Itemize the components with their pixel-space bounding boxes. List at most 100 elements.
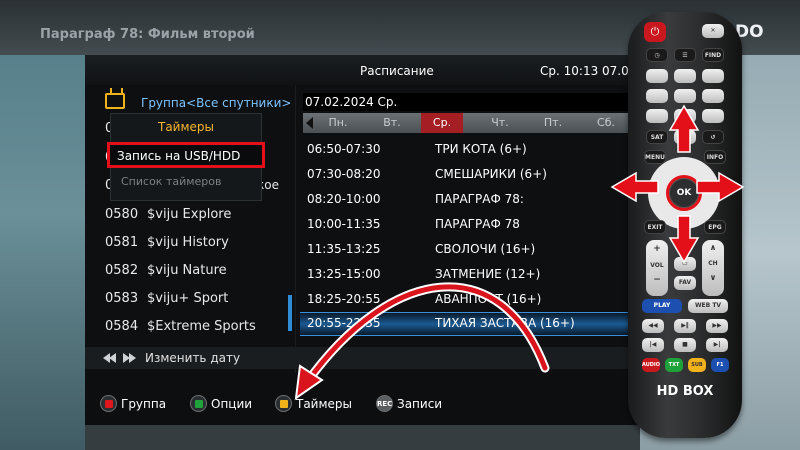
change-date-bar[interactable]: Изменить дату [85,347,640,369]
exit-button[interactable]: EXIT [644,220,666,234]
channel-name: $viju Nature [147,263,227,278]
channel-row[interactable]: 0580 $viju Explore [105,205,295,227]
find-button[interactable]: FIND [702,48,724,62]
mute-icon[interactable]: ✕ [702,24,724,38]
digit-key[interactable] [646,109,668,123]
channel-scrollbar[interactable] [288,295,292,331]
day-tab[interactable]: Пн. [317,116,359,129]
day-tab[interactable]: Пт. [532,116,574,129]
clock: Ср. 10:13 07.02 [540,64,637,78]
f1-button[interactable]: F1 [711,358,729,372]
channel-number: 0580 [105,207,139,222]
group-button-label: Группа [121,397,167,411]
next-icon[interactable]: ▶| [706,338,728,352]
digit-key[interactable] [674,109,696,123]
program-time: 07:30-08:20 [307,167,381,181]
program-row-selected[interactable]: 20:55-22:35 ТИХАЯ ЗАСТАВА (16+) [300,312,640,336]
digit-key[interactable] [702,109,724,123]
ok-highlight-ring [666,175,702,211]
program-name: ПАРАГРАФ 78: [435,192,524,206]
timers-popup: Таймеры Запись на USB/HDD Список таймеро… [107,113,265,201]
tv-icon [105,93,125,109]
channel-number: 0582 [105,263,139,278]
webtv-button[interactable]: WEB TV [688,299,728,313]
remote-control: ⏻ ✕ ◷ ☰ FIND SAT ↺ MENU INFO OK EXIT EPG… [628,12,742,438]
program-time: 18:25-20:55 [307,292,381,306]
channel-rocker[interactable]: ∧ CH ∨ [702,240,724,296]
digit-key[interactable] [646,89,668,103]
volume-label: VOL [650,262,664,269]
program-row[interactable]: 07:30-08:20 СМЕШАРИКИ (6+) [307,164,637,186]
chevron-down-icon: ∨ [709,273,717,282]
program-row[interactable]: 11:35-13:25 СВОЛОЧИ (16+) [307,239,637,261]
record-usb-hdd-item[interactable]: Запись на USB/HDD [107,142,265,168]
play-pause-icon[interactable]: ▶‖ [674,319,696,333]
day-tab-active[interactable]: Ср. [421,113,463,133]
program-row[interactable]: 13:25-15:00 ЗАТМЕНИЕ (12+) [307,264,637,286]
divider [295,85,296,375]
red-button-icon [100,395,117,412]
rewind-icon[interactable]: ◀◀ [642,319,664,333]
background-left [0,55,85,450]
channel-row[interactable]: 0581 $viju History [105,233,295,255]
program-time: 10:00-11:35 [307,217,381,231]
recall-icon[interactable]: ↺ [702,130,724,144]
program-row[interactable]: 06:50-07:30 ТРИ КОТА (6+) [307,139,637,161]
program-name: ТИХАЯ ЗАСТАВА (16+) [435,316,575,330]
epg-panel: Расписание Ср. 10:13 07.02 Группа<Все сп… [85,55,640,425]
rec-button-icon: REC [376,395,393,412]
info-button[interactable]: INFO [704,150,726,164]
background-bottom [85,425,640,450]
digit-key[interactable] [702,89,724,103]
digit-key[interactable] [646,69,668,83]
audio-button[interactable]: AUDIO [642,358,660,372]
volume-rocker[interactable]: + VOL − [646,240,668,296]
stop-icon[interactable]: ■ [674,338,696,352]
digit-key[interactable] [674,89,696,103]
clock-icon[interactable]: ◷ [646,48,668,62]
day-tab[interactable]: Чт. [479,116,521,129]
now-playing-title: Параграф 78: Фильм второй [40,27,255,42]
forward-icon [129,353,136,363]
fast-forward-icon[interactable]: ▶▶ [706,319,728,333]
digit-key[interactable] [674,130,696,144]
txt-button[interactable]: TXT [665,358,683,372]
sub-button[interactable]: SUB [688,358,706,372]
day-tab[interactable]: Вт. [371,116,413,129]
sat-button[interactable]: SAT [646,130,668,144]
chevron-up-icon: ∧ [709,243,717,252]
group-selector[interactable]: Группа<Все спутники> [103,93,293,113]
remote-brand-logo: HD BOX [656,384,714,399]
rewind-icon [109,353,116,363]
previous-day-arrow-icon[interactable] [306,117,313,129]
program-name: ТРИ КОТА (6+) [435,142,527,156]
minus-icon: − [653,275,661,285]
power-icon[interactable]: ⏻ [644,22,666,42]
list-icon[interactable]: ☰ [674,48,696,62]
digit-key[interactable] [674,69,696,83]
day-tab[interactable]: Сб. [585,116,627,129]
digit-key[interactable] [702,69,724,83]
previous-icon[interactable]: |◀ [642,338,664,352]
epg-button[interactable]: EPG [704,220,726,234]
program-row[interactable]: 18:25-20:55 АВАНПОСТ (16+) [307,289,637,311]
popup-title: Таймеры [157,120,214,134]
program-time: 13:25-15:00 [307,267,381,281]
display-icon[interactable]: ▭ [674,257,696,271]
play-button[interactable]: PLAY [642,299,682,313]
timer-list-item[interactable]: Список таймеров [121,175,222,188]
fav-button[interactable]: FAV [674,276,696,290]
channel-row[interactable]: 0584 $Extreme Sports [105,317,295,339]
channel-name: $viju Explore [147,207,232,222]
channel-row[interactable]: 0583 $viju+ Sport [105,289,295,311]
group-label: Группа<Все спутники> [141,96,292,110]
timers-button-label: Таймеры [296,397,353,411]
channel-row[interactable]: 0582 $viju Nature [105,261,295,283]
menu-button[interactable]: MENU [644,150,666,164]
program-row[interactable]: 08:20-10:00 ПАРАГРАФ 78: [307,189,637,211]
program-name: ПАРАГРАФ 78 [435,217,520,231]
program-name: СМЕШАРИКИ (6+) [435,167,547,181]
epg-header: Расписание Ср. 10:13 07.02 [85,55,640,85]
program-row[interactable]: 10:00-11:35 ПАРАГРАФ 78 [307,214,637,236]
plus-icon: + [653,244,661,254]
